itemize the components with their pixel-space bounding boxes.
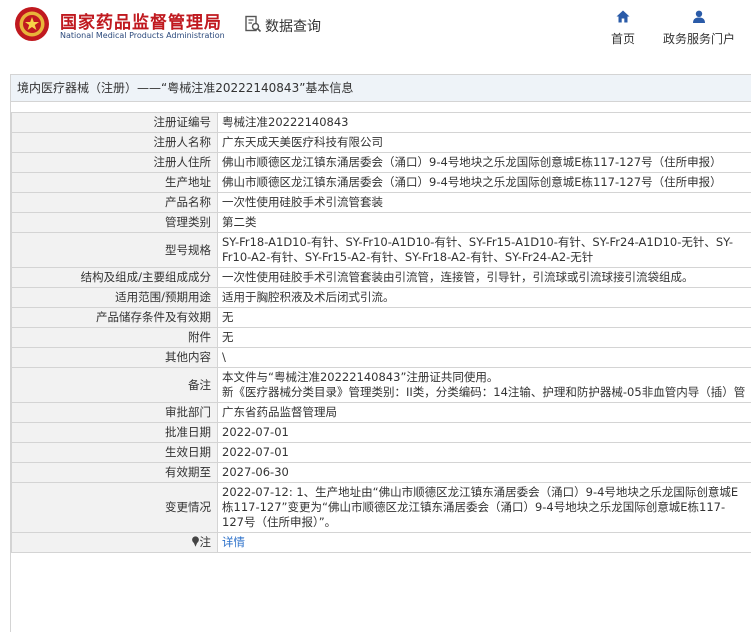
remark-line: 本文件与“粤械注准20222140843”注册证共同使用。 bbox=[222, 370, 747, 385]
field-label: 附件 bbox=[12, 328, 218, 348]
field-label: 生效日期 bbox=[12, 443, 218, 463]
table-row: 附件 无 bbox=[12, 328, 751, 348]
manufacturing-address: 佛山市顺德区龙江镇东涌居委会（涌口）9-4号地块之乐龙国际创意城E栋117-12… bbox=[218, 173, 751, 193]
field-label: 注册人名称 bbox=[12, 133, 218, 153]
detail-panel: 境内医疗器械（注册）——“粤械注准20222140843”基本信息 注册证编号 … bbox=[10, 74, 751, 632]
field-label: 生产地址 bbox=[12, 173, 218, 193]
table-row: 审批部门 广东省药品监督管理局 bbox=[12, 403, 751, 423]
nav-home-label: 首页 bbox=[604, 30, 642, 47]
pin-icon bbox=[191, 536, 200, 547]
field-label: 审批部门 bbox=[12, 403, 218, 423]
table-row: 型号规格 SY-Fr18-A1D10-有针、SY-Fr10-A1D10-有针、S… bbox=[12, 233, 751, 268]
intended-use: 适用于胸腔积液及术后闭式引流。 bbox=[218, 288, 751, 308]
table-row: 有效期至 2027-06-30 bbox=[12, 463, 751, 483]
registration-number: 粤械注准20222140843 bbox=[218, 113, 751, 133]
site-header: 国家药品监督管理局 National Medical Products Admi… bbox=[0, 0, 751, 64]
table-row: 生效日期 2022-07-01 bbox=[12, 443, 751, 463]
note-value: 详情 bbox=[218, 533, 751, 553]
field-label: 注 bbox=[200, 535, 212, 549]
table-row: 注册人名称 广东天成天美医疗科技有限公司 bbox=[12, 133, 751, 153]
expiry-date: 2027-06-30 bbox=[218, 463, 751, 483]
data-query-link[interactable]: 数据查询 bbox=[265, 16, 321, 36]
field-label: 管理类别 bbox=[12, 213, 218, 233]
nav-service-portal-label: 政务服务门户 bbox=[660, 30, 738, 47]
field-label: 变更情况 bbox=[12, 483, 218, 533]
field-label: 备注 bbox=[12, 368, 218, 403]
change-history: 2022-07-12: 1、生产地址由“佛山市顺德区龙江镇东涌居委会（涌口）9-… bbox=[218, 483, 751, 533]
field-label: 适用范围/预期用途 bbox=[12, 288, 218, 308]
storage-conditions: 无 bbox=[218, 308, 751, 328]
table-row: 批准日期 2022-07-01 bbox=[12, 423, 751, 443]
table-row: 生产地址 佛山市顺德区龙江镇东涌居委会（涌口）9-4号地块之乐龙国际创意城E栋1… bbox=[12, 173, 751, 193]
field-label: 产品储存条件及有效期 bbox=[12, 308, 218, 328]
effective-date: 2022-07-01 bbox=[218, 443, 751, 463]
model-specification: SY-Fr18-A1D10-有针、SY-Fr10-A1D10-有针、SY-Fr1… bbox=[218, 233, 751, 268]
management-category: 第二类 bbox=[218, 213, 751, 233]
table-row: 结构及组成/主要组成成分 一次性使用硅胶手术引流管套装由引流管，连接管，引导针，… bbox=[12, 268, 751, 288]
field-label: 其他内容 bbox=[12, 348, 218, 368]
table-row: 其他内容 \ bbox=[12, 348, 751, 368]
approval-date: 2022-07-01 bbox=[218, 423, 751, 443]
product-name: 一次性使用硅胶手术引流管套装 bbox=[218, 193, 751, 213]
remark: 本文件与“粤械注准20222140843”注册证共同使用。 新《医疗器械分类目录… bbox=[218, 368, 751, 403]
remark-line: 新《医疗器械分类目录》管理类别：II类，分类编码：14注输、护理和防护器械-05… bbox=[222, 385, 747, 400]
field-label: 结构及组成/主要组成成分 bbox=[12, 268, 218, 288]
table-row: 变更情况 2022-07-12: 1、生产地址由“佛山市顺德区龙江镇东涌居委会（… bbox=[12, 483, 751, 533]
table-row: 产品储存条件及有效期 无 bbox=[12, 308, 751, 328]
registrant-address: 佛山市顺德区龙江镇东涌居委会（涌口）9-4号地块之乐龙国际创意城E栋117-12… bbox=[218, 153, 751, 173]
nav-home[interactable]: 首页 bbox=[604, 10, 642, 47]
table-row: 备注 本文件与“粤械注准20222140843”注册证共同使用。 新《医疗器械分… bbox=[12, 368, 751, 403]
other-content: \ bbox=[218, 348, 751, 368]
table-row: 注册证编号 粤械注准20222140843 bbox=[12, 113, 751, 133]
field-label: 型号规格 bbox=[12, 233, 218, 268]
table-row: 管理类别 第二类 bbox=[12, 213, 751, 233]
table-row: 适用范围/预期用途 适用于胸腔积液及术后闭式引流。 bbox=[12, 288, 751, 308]
site-name-en: National Medical Products Administration bbox=[60, 31, 225, 40]
field-label: 注册人住所 bbox=[12, 153, 218, 173]
field-label: 产品名称 bbox=[12, 193, 218, 213]
structure-composition: 一次性使用硅胶手术引流管套装由引流管，连接管，引导针，引流球或引流球接引流袋组成… bbox=[218, 268, 751, 288]
device-info-table: 注册证编号 粤械注准20222140843 注册人名称 广东天成天美医疗科技有限… bbox=[11, 112, 751, 553]
table-row: 产品名称 一次性使用硅胶手术引流管套装 bbox=[12, 193, 751, 213]
table-row: 注 详情 bbox=[12, 533, 751, 553]
registrant-name: 广东天成天美医疗科技有限公司 bbox=[218, 133, 751, 153]
home-icon bbox=[616, 10, 630, 23]
details-link[interactable]: 详情 bbox=[222, 535, 245, 549]
approval-department: 广东省药品监督管理局 bbox=[218, 403, 751, 423]
field-label: 批准日期 bbox=[12, 423, 218, 443]
user-icon bbox=[692, 10, 706, 23]
note-label-cell: 注 bbox=[12, 533, 218, 553]
document-search-icon[interactable] bbox=[244, 15, 262, 33]
nav-service-portal[interactable]: 政务服务门户 bbox=[660, 10, 738, 47]
panel-title: 境内医疗器械（注册）——“粤械注准20222140843”基本信息 bbox=[11, 75, 751, 102]
attachment: 无 bbox=[218, 328, 751, 348]
table-row: 注册人住所 佛山市顺德区龙江镇东涌居委会（涌口）9-4号地块之乐龙国际创意城E栋… bbox=[12, 153, 751, 173]
site-name-cn: 国家药品监督管理局 bbox=[60, 8, 222, 33]
field-label: 有效期至 bbox=[12, 463, 218, 483]
field-label: 注册证编号 bbox=[12, 113, 218, 133]
national-emblem-logo bbox=[14, 6, 50, 42]
